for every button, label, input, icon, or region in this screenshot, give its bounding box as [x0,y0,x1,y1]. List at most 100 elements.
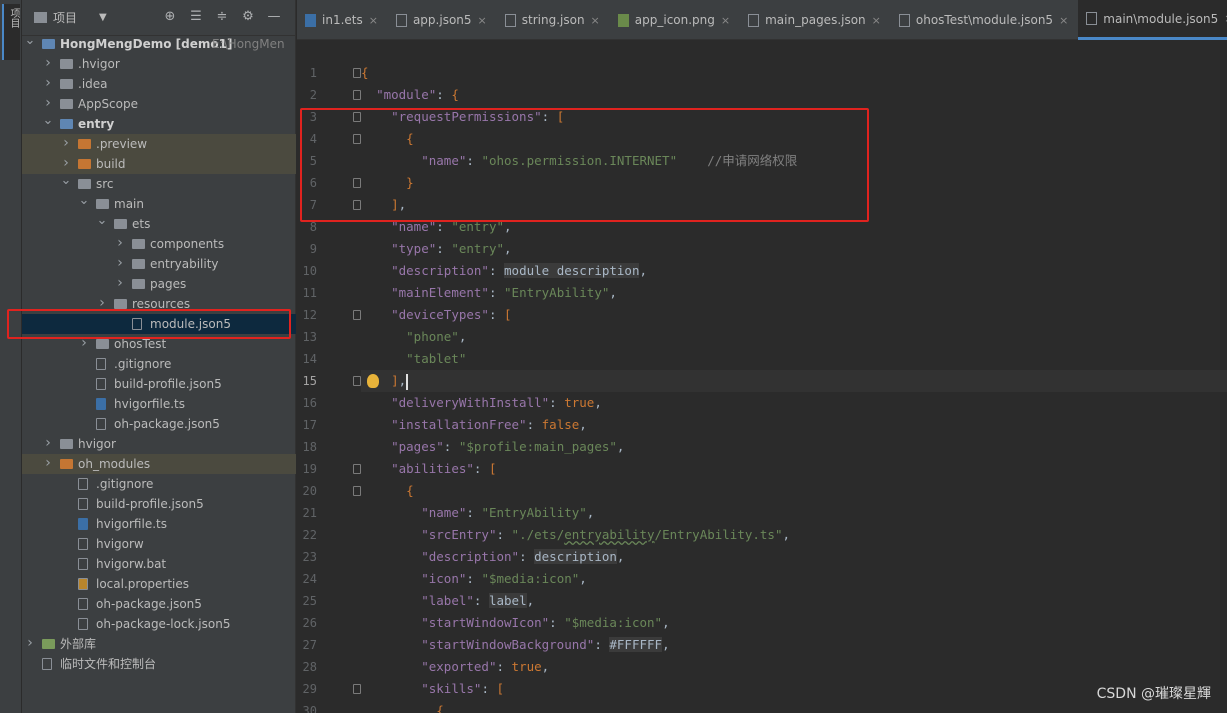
tree-item[interactable]: › AppScope [22,94,296,114]
tree-item[interactable]: .gitignore [22,474,296,494]
code-line[interactable]: "pages": "$profile:main_pages", [361,436,1227,458]
tree-item[interactable]: ⌄ src [22,174,296,194]
tree-item[interactable]: › oh_modules [22,454,296,474]
chevron-down-icon[interactable]: ⌄ [96,214,108,228]
tree-item[interactable]: build-profile.json5 [22,494,296,514]
tree-item[interactable]: oh-package.json5 [22,594,296,614]
code-line[interactable]: "startWindowIcon": "$media:icon", [361,612,1227,634]
code-line[interactable]: "exported": true, [361,656,1227,678]
project-tool-tab[interactable]: 项目 [2,4,20,60]
tree-item[interactable]: ⌄ HongMengDemo [demo1] E:\HongMen [22,34,296,54]
chevron-right-icon[interactable]: › [42,54,54,73]
fold-marker-icon[interactable] [353,134,361,144]
chevron-right-icon[interactable]: › [114,234,126,253]
chevron-right-icon[interactable]: › [42,94,54,113]
editor-tab[interactable]: main_pages.json × [740,0,891,40]
code-line[interactable]: "deliveryWithInstall": true, [361,392,1227,414]
close-icon[interactable]: × [478,14,487,27]
close-icon[interactable]: × [369,14,378,27]
tree-item[interactable]: hvigorw.bat [22,554,296,574]
close-icon[interactable]: × [591,14,600,27]
gear-icon[interactable]: ⚙ [240,8,256,26]
code-line[interactable]: "icon": "$media:icon", [361,568,1227,590]
code-line[interactable]: "description": module description, [361,260,1227,282]
tree-item[interactable]: oh-package.json5 [22,414,296,434]
expand-all-icon[interactable]: ☰ [188,8,204,26]
tree-item[interactable]: hvigorfile.ts [22,394,296,414]
code-line[interactable]: { [361,480,1227,502]
tree-item[interactable]: oh-package-lock.json5 [22,614,296,634]
fold-marker-icon[interactable] [353,310,361,320]
tree-item[interactable]: ⌄ main [22,194,296,214]
tree-item[interactable]: › .preview [22,134,296,154]
editor-tab[interactable]: in1.ets × [297,0,388,40]
code-line[interactable]: "label": label, [361,590,1227,612]
fold-marker-icon[interactable] [353,376,361,386]
fold-marker-icon[interactable] [353,112,361,122]
chevron-down-icon[interactable]: ⌄ [78,194,90,208]
tree-item[interactable]: ⌄ entry [22,114,296,134]
close-icon[interactable]: × [721,14,730,27]
tree-item[interactable]: ⌄ ets [22,214,296,234]
code-line[interactable]: "module": { [361,84,1227,106]
close-icon[interactable]: × [1059,14,1068,27]
select-opened-file-icon[interactable]: ⊕ [162,8,178,26]
tree-item[interactable]: › components [22,234,296,254]
code-line[interactable]: "description": description, [361,546,1227,568]
chevron-down-icon[interactable]: ⌄ [42,114,54,128]
editor-tab[interactable]: main\module.json5× [1078,0,1227,40]
fold-marker-icon[interactable] [353,68,361,78]
chevron-right-icon[interactable]: › [60,154,72,173]
fold-marker-icon[interactable] [353,486,361,496]
fold-marker-icon[interactable] [353,178,361,188]
chevron-right-icon[interactable]: › [24,634,36,653]
tree-item[interactable]: › hvigor [22,434,296,454]
tree-item[interactable]: 临时文件和控制台 [22,654,296,674]
view-selector-chevron-down-icon[interactable]: ▼ [99,12,107,23]
code-line[interactable]: "startWindowBackground": #FFFFFF, [361,634,1227,656]
code-line[interactable]: "type": "entry", [361,238,1227,260]
code-line[interactable]: "installationFree": false, [361,414,1227,436]
fold-marker-icon[interactable] [353,200,361,210]
chevron-right-icon[interactable]: › [42,74,54,93]
fold-marker-icon[interactable] [353,684,361,694]
code-line[interactable]: "abilities": [ [361,458,1227,480]
tree-item[interactable]: .gitignore [22,354,296,374]
chevron-right-icon[interactable]: › [114,254,126,273]
editor-tab[interactable]: app.json5 × [388,0,497,40]
close-icon[interactable]: × [872,14,881,27]
hide-icon[interactable]: — [266,8,282,26]
chevron-down-icon[interactable]: ⌄ [60,174,72,188]
tree-item[interactable]: › .idea [22,74,296,94]
editor-tab[interactable]: app_icon.png × [610,0,740,40]
editor-tab[interactable]: ohosTest\module.json5 × [891,0,1078,40]
code-line[interactable]: "mainElement": "EntryAbility", [361,282,1227,304]
tree-item[interactable]: › build [22,154,296,174]
code-line[interactable]: "tablet" [361,348,1227,370]
project-panel-title[interactable]: 项目 [53,9,77,26]
tree-item[interactable]: build-profile.json5 [22,374,296,394]
code-line[interactable]: ], [361,370,1227,392]
code-line[interactable]: { [361,62,1227,84]
lightbulb-icon[interactable] [367,374,379,388]
code-line[interactable]: "name": "EntryAbility", [361,502,1227,524]
tree-item[interactable]: local.properties [22,574,296,594]
fold-marker-icon[interactable] [353,464,361,474]
editor-tab[interactable]: string.json × [497,0,610,40]
chevron-down-icon[interactable]: ⌄ [24,34,36,48]
chevron-right-icon[interactable]: › [42,454,54,473]
chevron-right-icon[interactable]: › [42,434,54,453]
tree-item[interactable]: › pages [22,274,296,294]
code-line[interactable]: "deviceTypes": [ [361,304,1227,326]
code-line[interactable]: "srcEntry": "./ets/entryability/EntryAbi… [361,524,1227,546]
fold-marker-icon[interactable] [353,90,361,100]
tree-item[interactable]: › entryability [22,254,296,274]
chevron-right-icon[interactable]: › [114,274,126,293]
tree-item[interactable]: hvigorfile.ts [22,514,296,534]
collapse-all-icon[interactable]: ≑ [214,8,230,26]
tree-item[interactable]: › 外部库 [22,634,296,654]
tree-item[interactable]: hvigorw [22,534,296,554]
code-line[interactable]: "phone", [361,326,1227,348]
tree-item[interactable]: › .hvigor [22,54,296,74]
chevron-right-icon[interactable]: › [60,134,72,153]
